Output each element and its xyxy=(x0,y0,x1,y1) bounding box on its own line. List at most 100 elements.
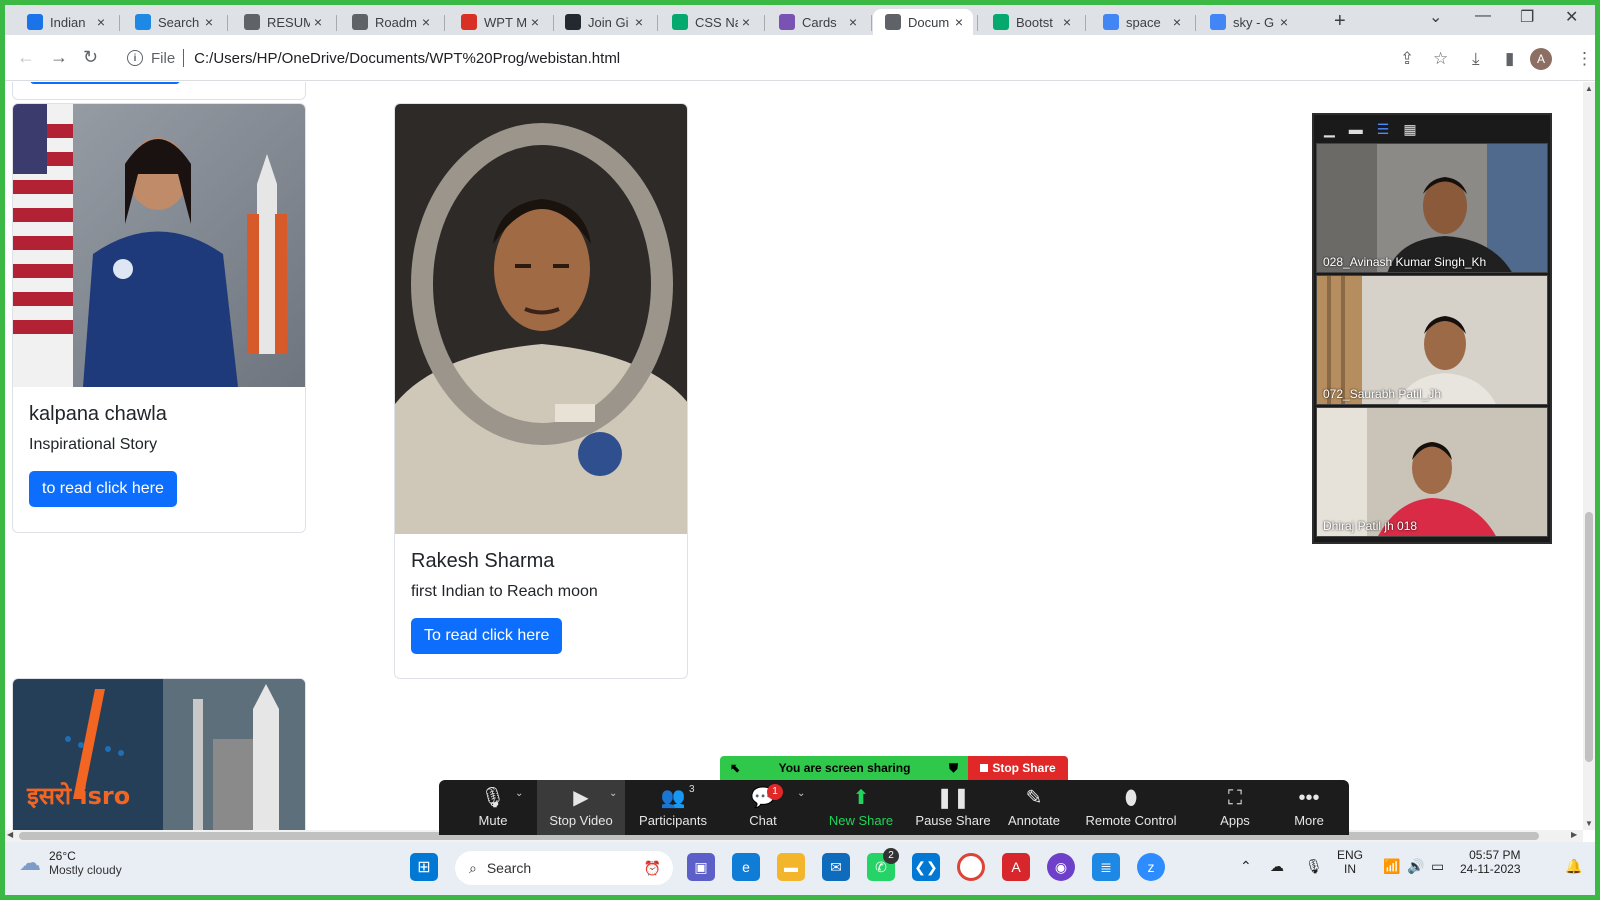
scroll-up-arrow[interactable]: ▲ xyxy=(1583,84,1595,93)
stop-share-button[interactable]: Stop Share xyxy=(968,756,1068,780)
zoom-app-icon[interactable]: z xyxy=(1137,853,1165,881)
battery-icon[interactable]: ▭ xyxy=(1431,858,1444,875)
participants-icon: 👥 xyxy=(660,787,686,809)
browser-tab[interactable]: Bootst × xyxy=(981,9,1081,35)
scroll-left-arrow[interactable]: ◀ xyxy=(7,830,13,839)
browser-tab[interactable]: sky - G × xyxy=(1198,9,1298,35)
forward-button[interactable]: → xyxy=(50,47,68,68)
acrobat-icon[interactable]: A xyxy=(1002,853,1030,881)
participant-name: Dhiraj Patil jh 018 xyxy=(1323,519,1418,533)
partial-button[interactable] xyxy=(30,82,180,84)
chrome-icon[interactable] xyxy=(957,853,985,881)
volume-icon[interactable]: 🔊 xyxy=(1407,858,1424,875)
browser-tab[interactable]: Cards × xyxy=(767,9,867,35)
close-tab-icon[interactable]: × xyxy=(845,14,861,30)
new-tab-button[interactable]: + xyxy=(1334,10,1346,33)
close-tab-icon[interactable]: × xyxy=(951,14,967,30)
close-tab-icon[interactable]: × xyxy=(738,14,754,30)
globe-icon xyxy=(244,14,260,30)
close-tab-icon[interactable]: × xyxy=(310,14,326,30)
browser-tab[interactable]: space × xyxy=(1091,9,1191,35)
close-tab-icon[interactable]: × xyxy=(418,14,434,30)
browser-tab[interactable]: Search × xyxy=(123,9,223,35)
mute-options-caret-icon[interactable]: ⌄ xyxy=(515,788,523,799)
minimize-video-icon[interactable]: ▁ xyxy=(1324,121,1335,138)
apps-button[interactable]: ⛶ Apps xyxy=(1205,780,1265,835)
close-tab-icon[interactable]: × xyxy=(93,14,109,30)
browser-tab[interactable]: Docum × xyxy=(873,9,973,35)
back-button[interactable]: ← xyxy=(17,47,35,68)
menu-kebab-icon[interactable]: ⋮ xyxy=(1576,49,1593,69)
close-tab-icon[interactable]: × xyxy=(631,14,647,30)
notifications-icon[interactable]: 🔔 xyxy=(1565,858,1582,875)
edge-icon[interactable]: e xyxy=(732,853,760,881)
annotate-button[interactable]: ✎ Annotate xyxy=(1003,780,1065,835)
profile-avatar[interactable]: A xyxy=(1530,48,1552,70)
scroll-right-arrow[interactable]: ▶ xyxy=(1571,830,1577,839)
gallery-grid-icon[interactable]: ▦ xyxy=(1403,121,1416,138)
wifi-icon[interactable]: 📶 xyxy=(1383,858,1400,875)
search-icon: ⌕ xyxy=(469,859,477,876)
search-highlight-icon: ⏰ xyxy=(643,859,661,876)
tab-title: sky - G xyxy=(1233,14,1275,30)
pause-share-button[interactable]: ❚❚ Pause Share xyxy=(913,780,993,835)
weather-widget[interactable]: ☁ 26°C Mostly cloudy xyxy=(19,849,122,877)
windows-start-icon[interactable]: ⊞ xyxy=(410,853,438,881)
download-icon[interactable]: ⤓ xyxy=(1472,49,1480,69)
language-indicator[interactable]: ENG IN xyxy=(1337,848,1363,876)
restore-button[interactable]: ❐ xyxy=(1520,7,1534,27)
chat-button[interactable]: 💬 Chat xyxy=(733,780,793,835)
clock[interactable]: 05:57 PM 24-11-2023 xyxy=(1460,848,1521,876)
onedrive-icon[interactable]: ☁ xyxy=(1270,858,1284,875)
notepad-icon[interactable]: ≣ xyxy=(1092,853,1120,881)
remote-control-button[interactable]: ⬮ Remote Control xyxy=(1083,780,1179,835)
browser-tab[interactable]: Join Gi × xyxy=(553,9,653,35)
tab-search-icon[interactable]: ⌄ xyxy=(1429,7,1442,27)
gallery-strip-icon[interactable]: ☰ xyxy=(1377,121,1390,138)
participant-video[interactable]: 028_Avinash Kumar Singh_Kh xyxy=(1316,143,1548,273)
participant-video[interactable]: 072_Saurabh Patil_Jh xyxy=(1316,275,1548,405)
read-more-button[interactable]: To read click here xyxy=(411,618,563,654)
new-share-button[interactable]: ⬆ New Share xyxy=(823,780,899,835)
scroll-thumb[interactable] xyxy=(1585,512,1593,762)
github-desktop-icon[interactable]: ◉ xyxy=(1047,853,1075,881)
close-tab-icon[interactable]: × xyxy=(1169,14,1185,30)
close-window-button[interactable]: ✕ xyxy=(1565,7,1578,27)
reload-button[interactable]: ↻ xyxy=(83,47,98,68)
participant-video[interactable]: Dhiraj Patil jh 018 xyxy=(1316,407,1548,537)
bookmark-star-icon[interactable]: ☆ xyxy=(1433,49,1448,69)
mail-icon[interactable]: ✉ xyxy=(822,853,850,881)
tab-title: Join Gi xyxy=(588,14,629,30)
browser-tab[interactable]: Roadm × xyxy=(340,9,440,35)
browser-tab[interactable]: Indian × xyxy=(15,9,115,35)
vscode-icon[interactable]: ❮❯ xyxy=(912,853,940,881)
remote-control-label: Remote Control xyxy=(1085,813,1177,828)
browser-tab[interactable]: RESUM × xyxy=(232,9,332,35)
show-hidden-icons-chevron-icon[interactable]: ⌃ xyxy=(1240,858,1252,875)
chat-options-caret-icon[interactable]: ⌄ xyxy=(797,788,805,799)
vertical-scrollbar[interactable]: ▲ ▼ xyxy=(1583,82,1595,830)
browser-tab[interactable]: WPT M × xyxy=(449,9,549,35)
minimize-button[interactable]: — xyxy=(1475,7,1491,25)
read-more-button[interactable]: to read click here xyxy=(29,471,177,507)
bootstrap-icon xyxy=(779,14,795,30)
address-bar[interactable]: i File C:/Users/HP/OneDrive/Documents/WP… xyxy=(115,42,1365,74)
file-explorer-icon[interactable]: ▬ xyxy=(777,853,805,881)
close-tab-icon[interactable]: × xyxy=(1276,14,1292,30)
teams-icon[interactable]: ▣ xyxy=(687,853,715,881)
info-icon[interactable]: i xyxy=(127,50,143,66)
scroll-down-arrow[interactable]: ▼ xyxy=(1583,819,1595,828)
side-panel-icon[interactable]: ▮ xyxy=(1505,49,1514,69)
close-tab-icon[interactable]: × xyxy=(527,14,543,30)
more-button[interactable]: ••• More xyxy=(1281,780,1337,835)
video-options-caret-icon[interactable]: ⌄ xyxy=(609,788,617,799)
participants-button[interactable]: 👥 Participants xyxy=(633,780,713,835)
close-tab-icon[interactable]: × xyxy=(201,14,217,30)
microphone-tray-icon[interactable]: 🎙 xyxy=(1305,858,1323,875)
speaker-view-icon[interactable]: ▬ xyxy=(1349,121,1363,137)
sharing-status[interactable]: ⬉ You are screen sharing ⛊ xyxy=(720,756,968,780)
taskbar-search[interactable]: ⌕ Search ⏰ xyxy=(455,851,673,885)
browser-tab[interactable]: CSS Na × xyxy=(660,9,760,35)
share-icon[interactable]: ⇪ xyxy=(1400,49,1414,69)
close-tab-icon[interactable]: × xyxy=(1059,14,1075,30)
